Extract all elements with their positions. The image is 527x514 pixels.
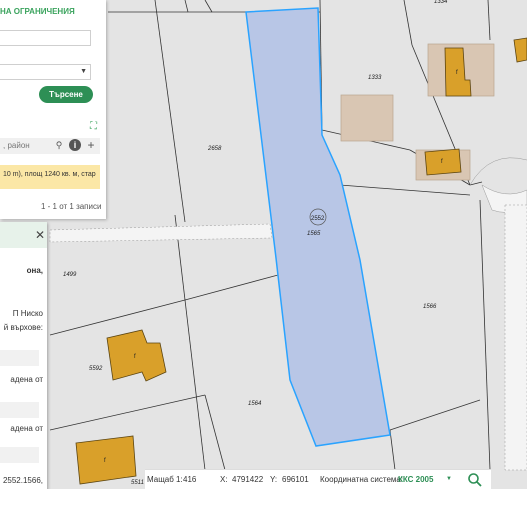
pager: 1 - 1 от 1 записи <box>41 202 102 211</box>
result-header: , район ⚲ i + <box>0 138 100 154</box>
chevron-down-icon[interactable]: ▼ <box>446 476 452 482</box>
details-heading: она, <box>26 266 43 275</box>
building[interactable] <box>75 435 137 485</box>
details-row <box>0 402 39 418</box>
x-label: X: <box>220 475 228 484</box>
search-select[interactable]: ▼ <box>0 64 91 80</box>
close-icon[interactable]: ✕ <box>35 228 45 242</box>
search-input[interactable] <box>0 30 91 46</box>
parcel-label: 1499 <box>63 272 77 278</box>
search-panel: НА ОГРАНИЧЕНИЯ ▼ Търсене ⛶ , район ⚲ i +… <box>0 0 106 219</box>
building-outline <box>340 94 394 142</box>
y-label: Y: <box>270 475 278 484</box>
y-value: 696101 <box>282 475 309 484</box>
parcel-label: 1566 <box>423 304 437 310</box>
details-text: й върхове: <box>3 323 43 332</box>
parcel-label: 1334 <box>434 0 448 5</box>
search-icon[interactable]: ⚲ <box>53 139 65 151</box>
scale-label: Мащаб 1: <box>147 475 183 484</box>
search-button[interactable]: Търсене <box>39 86 93 103</box>
details-text: П Ниско <box>12 309 43 318</box>
info-icon[interactable]: i <box>69 139 81 151</box>
building[interactable] <box>424 148 462 176</box>
result-text: 10 m), площ 1240 кв. м, стар <box>3 171 96 178</box>
result-hint: , район <box>3 141 30 150</box>
parcel-label: 2658 <box>207 146 222 152</box>
parcel-label: 2552 <box>311 216 325 222</box>
details-row <box>0 350 39 366</box>
search-icon[interactable] <box>467 472 483 488</box>
parcel-label: 5511 <box>131 480 144 486</box>
parcel-label: 1565 <box>307 231 321 237</box>
coord-sys-select[interactable]: ККС 2005 <box>398 475 433 484</box>
details-row <box>0 447 39 463</box>
expand-icon[interactable]: ⛶ <box>90 121 97 132</box>
bottom-strip <box>47 489 527 514</box>
result-row[interactable]: 10 m), площ 1240 кв. м, стар <box>0 165 100 189</box>
panel-title: НА ОГРАНИЧЕНИЯ <box>0 7 75 16</box>
plus-icon[interactable]: + <box>85 139 97 151</box>
x-value: 4791422 <box>232 475 264 484</box>
coord-sys-label: Координатна система: <box>320 475 404 484</box>
details-text: адена от <box>10 375 43 384</box>
details-text: адена от <box>10 424 43 433</box>
chevron-down-icon: ▼ <box>80 68 87 75</box>
details-panel: ✕ она, П Ниско й върхове: адена от адена… <box>0 222 47 514</box>
details-text: 2552.1566, <box>2 476 43 485</box>
details-header: ✕ <box>0 222 47 248</box>
parcel-label: 5592 <box>89 366 103 372</box>
scale-value: 416 <box>183 475 197 484</box>
parcel-label: 1564 <box>248 401 262 407</box>
status-bar: Мащаб 1: 416 X: 4791422 Y: 696101 Коорди… <box>145 469 491 490</box>
parcel-label: 1333 <box>368 75 382 81</box>
